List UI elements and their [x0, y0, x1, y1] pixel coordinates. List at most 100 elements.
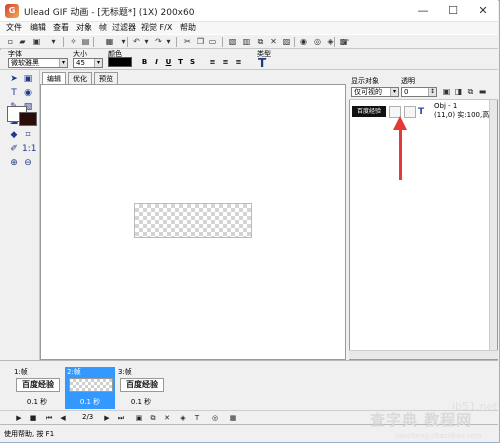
align-left-icon[interactable]: ≡	[208, 57, 217, 67]
delete-frame-icon[interactable]: ✕	[268, 36, 279, 47]
menu-help[interactable]: 帮助	[180, 22, 196, 34]
new-file-icon[interactable]: ▫	[5, 36, 16, 47]
watermark-main: 查字典 教程网	[370, 411, 473, 429]
crop-tool-icon[interactable]: ◉	[22, 87, 34, 99]
last-frame-icon[interactable]: ⏭	[116, 413, 126, 423]
play-icon[interactable]: ▶	[14, 413, 24, 423]
menu-bar: 文件 编辑 查看 对象 帧 过滤器 视觉 F/X 帮助	[0, 22, 498, 34]
frame-panel-settings-icon[interactable]: ▦	[228, 413, 238, 423]
crop-frame-icon[interactable]: ⌗	[22, 129, 34, 141]
zoom-out-icon[interactable]: ⊖	[22, 157, 34, 169]
frame-properties-button-icon[interactable]: ◎	[210, 413, 220, 423]
wizard-icon[interactable]: ✧	[68, 36, 79, 47]
previous-frame-icon[interactable]: ◀	[58, 413, 68, 423]
add-frame-icon[interactable]: ▥	[241, 36, 252, 47]
import-icon[interactable]: ▤	[80, 36, 91, 47]
add-image-icon[interactable]: ▧	[227, 36, 238, 47]
menu-filter[interactable]: 过滤器	[112, 22, 136, 34]
paste-icon[interactable]: ▭	[207, 36, 218, 47]
display-objects-select[interactable]: 仅可视的 ▾	[351, 87, 399, 97]
text-style-button[interactable]: T	[176, 57, 185, 67]
bold-button[interactable]: B	[140, 57, 149, 67]
menu-frame[interactable]: 帧	[99, 22, 107, 34]
menu-file[interactable]: 文件	[6, 22, 22, 34]
background-color-swatch[interactable]	[19, 112, 37, 126]
strike-button[interactable]: S	[188, 57, 197, 67]
redo-dropdown-icon[interactable]: ▾	[163, 36, 174, 47]
toolbar-separator	[176, 37, 177, 47]
menu-object[interactable]: 对象	[76, 22, 92, 34]
minimize-button[interactable]: —	[408, 0, 438, 21]
frame-label: 2:帧	[67, 368, 81, 376]
chevron-down-icon: ▾	[94, 59, 102, 67]
object-panel-hscrollbar[interactable]	[349, 350, 498, 359]
duplicate-frame-icon[interactable]: ⧉	[255, 36, 266, 47]
tab-optimize[interactable]: 优化	[68, 72, 92, 84]
duplicate-frame-button-icon[interactable]: ⧉	[148, 413, 158, 423]
menu-video-fx[interactable]: 视觉 F/X	[141, 22, 172, 34]
save-icon[interactable]: ▣	[31, 36, 42, 47]
app-logo-icon: G	[5, 4, 19, 18]
underline-button[interactable]: U	[164, 57, 173, 67]
frame-item-3[interactable]: 3:帧 百度经验 0.1 秒	[116, 367, 166, 409]
opacity-input[interactable]: 0 ↕	[401, 87, 437, 97]
optimize-icon[interactable]: ◎	[312, 36, 323, 47]
lock-object-icon[interactable]: ▣	[441, 86, 452, 97]
next-frame-icon[interactable]: ▶	[102, 413, 112, 423]
close-button[interactable]: ✕	[468, 0, 498, 21]
delete-frame-button-icon[interactable]: ✕	[162, 413, 172, 423]
tab-edit[interactable]: 编辑	[42, 72, 66, 84]
text-type-icon[interactable]: T	[258, 56, 266, 70]
transform-tool-icon[interactable]: ▣	[22, 73, 34, 85]
eyedropper-tool-icon[interactable]: ✐	[8, 143, 20, 155]
export-icon[interactable]: ▦	[104, 36, 115, 47]
toolbar-separator	[334, 37, 335, 47]
tab-preview[interactable]: 预览	[94, 72, 118, 84]
banner-text-button-icon[interactable]: T	[192, 413, 202, 423]
stop-icon[interactable]: ■	[28, 413, 38, 423]
spinner-icon: ↕	[428, 88, 436, 96]
window-title: Ulead GIF 动画 - [无标题*] (1X) 200x60	[24, 8, 195, 18]
frame-item-2[interactable]: 2:帧 0.1 秒	[65, 367, 115, 409]
size-select[interactable]: 45 ▾	[73, 58, 103, 68]
toolbar-separator	[222, 37, 223, 47]
menu-view[interactable]: 查看	[53, 22, 69, 34]
annotation-arrow-icon	[393, 116, 407, 130]
align-right-icon[interactable]: ≡	[234, 57, 243, 67]
text-tool-icon[interactable]: T	[8, 87, 20, 99]
undo-dropdown-icon[interactable]: ▾	[141, 36, 152, 47]
menu-edit[interactable]: 编辑	[30, 22, 46, 34]
zoom-in-icon[interactable]: ⊕	[8, 157, 20, 169]
transparent-image-frame[interactable]	[134, 203, 252, 238]
tween-frames-icon[interactable]: ◈	[178, 413, 188, 423]
merge-object-icon[interactable]: ◨	[453, 86, 464, 97]
frame-properties-icon[interactable]: ▨	[281, 36, 292, 47]
save-dropdown-icon[interactable]: ▾	[48, 36, 59, 47]
color-swatch[interactable]	[108, 57, 132, 67]
open-folder-icon[interactable]: ▰	[17, 36, 28, 47]
help-pointer-icon[interactable]: ➹	[341, 36, 352, 47]
object-info: Obj - 1 (11,0) 实:100,高:	[434, 102, 492, 119]
font-select[interactable]: 微软雅黑 ▾	[8, 58, 68, 68]
cut-icon[interactable]: ✂	[182, 36, 193, 47]
actual-size-icon[interactable]: 1:1	[22, 143, 36, 155]
object-thumbnail[interactable]: 百度经验	[352, 106, 386, 117]
preview-browser-icon[interactable]: ◉	[298, 36, 309, 47]
watermark-url: jiaocheng.chazidian.com	[395, 432, 482, 440]
copy-icon[interactable]: ❐	[195, 36, 206, 47]
first-frame-icon[interactable]: ⏮	[44, 413, 54, 423]
fill-tool-icon[interactable]: ◆	[8, 129, 20, 141]
frame-delay: 0.1 秒	[26, 398, 48, 406]
pointer-tool-icon[interactable]: ➤	[8, 73, 20, 85]
frame-item-1[interactable]: 1:帧 百度经验 0.1 秒	[12, 367, 62, 409]
object-panel-scrollbar[interactable]	[489, 100, 497, 358]
delete-object-icon[interactable]: ▬	[477, 86, 488, 97]
align-center-icon[interactable]: ≡	[221, 57, 230, 67]
editor-tabs: 编辑 优化 预览	[40, 72, 346, 84]
copy-object-icon[interactable]: ⧉	[465, 86, 476, 97]
add-frame-button-icon[interactable]: ▣	[134, 413, 144, 423]
frame-delay: 0.1 秒	[130, 398, 152, 406]
chevron-down-icon: ▾	[390, 88, 398, 96]
maximize-button[interactable]: ☐	[438, 0, 468, 21]
italic-button[interactable]: I	[152, 57, 161, 67]
